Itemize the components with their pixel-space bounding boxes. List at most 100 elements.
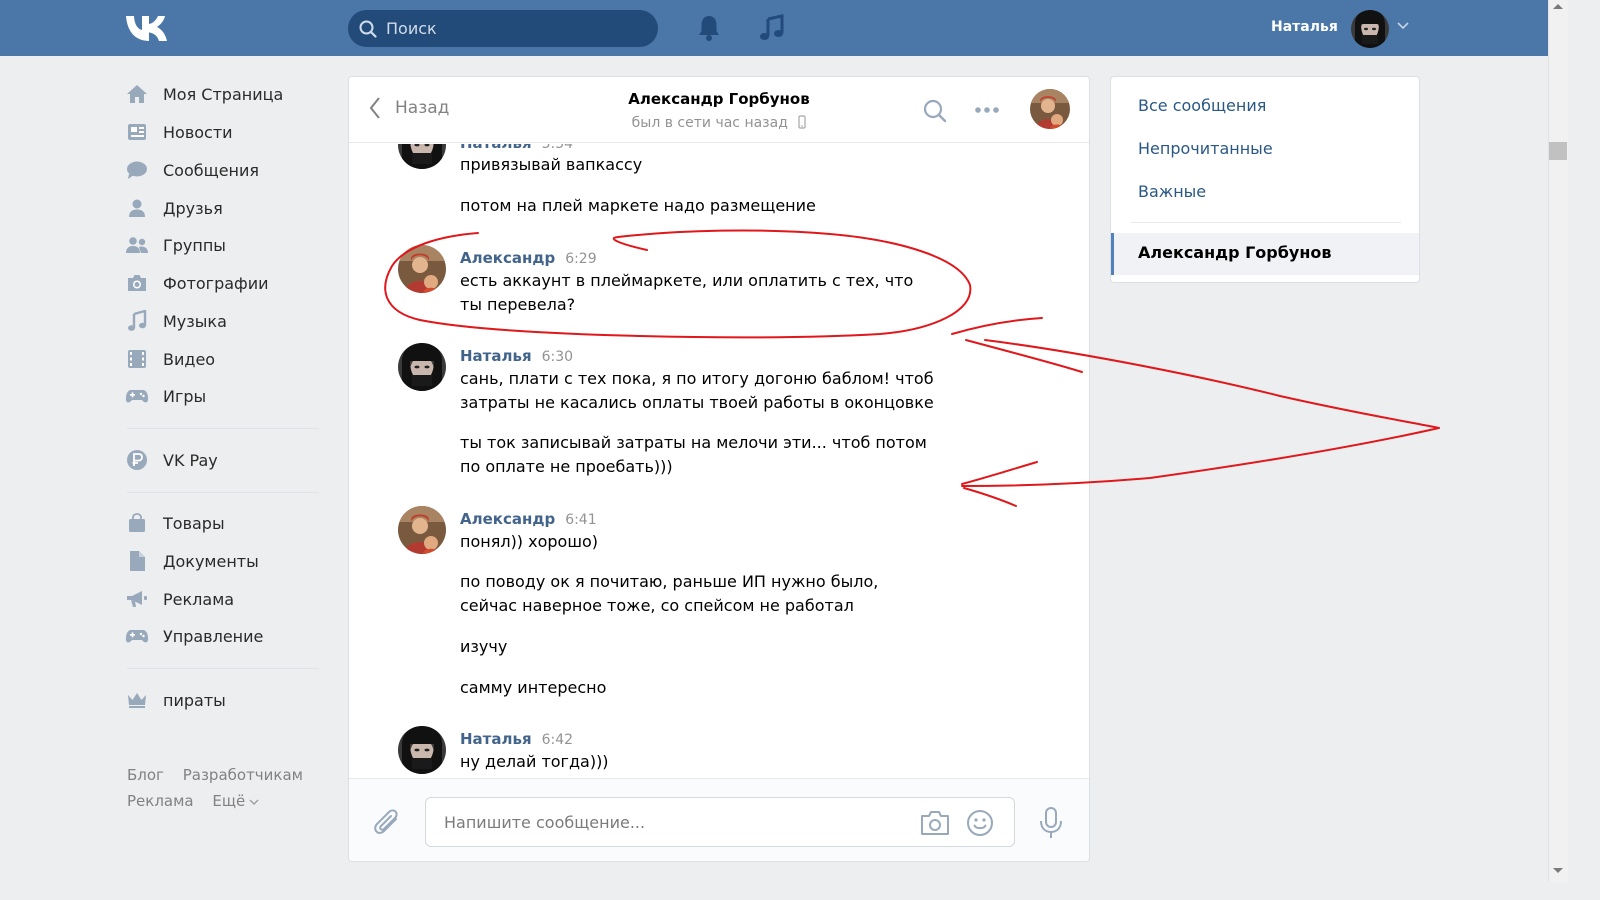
message-text: потом на плей маркете надо размещение (460, 196, 816, 215)
nav-label: Игры (163, 386, 207, 406)
nav-item-games[interactable]: Игры (121, 378, 321, 414)
nav-label: Управление (163, 626, 264, 646)
microphone-icon[interactable] (1039, 807, 1063, 839)
message-author[interactable]: Наталья 6:42 (460, 730, 573, 748)
megaphone-icon (125, 587, 149, 611)
nav-label: Реклама (163, 589, 235, 609)
message-author-name: Наталья (460, 347, 532, 365)
filter-separator (1131, 222, 1401, 223)
message-text: ты ток записывай затраты на мелочи эти..… (460, 433, 927, 476)
nav-label: Новости (163, 122, 233, 142)
user-avatar[interactable] (1351, 10, 1389, 48)
message-avatar-natalia[interactable] (398, 343, 446, 391)
nav-item-my-page[interactable]: Моя Страница (121, 76, 321, 112)
music-icon (125, 309, 149, 333)
nav-item-news[interactable]: Новости (121, 114, 321, 150)
scroll-up-arrow-icon[interactable] (1553, 4, 1563, 9)
nav-item-pirates[interactable]: пираты (121, 682, 321, 718)
search-icon[interactable] (923, 99, 947, 123)
filter-unread[interactable]: Непрочитанные (1138, 139, 1273, 158)
nav-separator (127, 668, 319, 669)
message-avatar-natalia[interactable] (398, 144, 446, 169)
footer-developers-link[interactable]: Разработчикам (183, 766, 303, 784)
footer-links-row-1: Блог Разработчикам (127, 766, 317, 784)
nav-label: пираты (163, 690, 226, 710)
message-text: самму интересно (460, 678, 607, 697)
paperclip-icon[interactable] (373, 807, 403, 839)
nav-label: Сообщения (163, 160, 260, 180)
nav-item-music[interactable]: Музыка (121, 303, 321, 339)
gamepad-icon (125, 624, 149, 648)
active-conversation-item[interactable]: Александр Горбунов (1111, 233, 1419, 275)
news-icon (125, 120, 149, 144)
message-text: по поводу ок я почитаю, раньше ИП нужно … (460, 572, 879, 615)
music-icon[interactable] (759, 14, 785, 42)
crown-icon (125, 688, 149, 712)
footer-more-label: Ещё (212, 792, 246, 810)
bell-icon[interactable] (697, 14, 721, 42)
more-options-icon[interactable] (974, 106, 1000, 114)
message-avatar-natalia[interactable] (398, 726, 446, 774)
search-icon (359, 20, 377, 38)
gamepad-icon (125, 384, 149, 408)
message-time[interactable]: 6:42 (542, 732, 573, 748)
message-composer (349, 778, 1089, 861)
nav-item-management[interactable]: Управление (121, 618, 321, 654)
message-time[interactable]: 6:41 (565, 512, 596, 528)
message-filters-panel: Все сообщения Непрочитанные Важные Алекс… (1110, 76, 1420, 283)
vk-logo-icon[interactable] (125, 14, 171, 42)
filter-important[interactable]: Важные (1138, 182, 1206, 201)
footer-ads-link[interactable]: Реклама (127, 792, 194, 810)
nav-item-documents[interactable]: Документы (121, 543, 321, 579)
nav-item-ads[interactable]: Реклама (121, 581, 321, 617)
message-author[interactable]: Наталья 5:54 (460, 144, 573, 152)
message-author[interactable]: Наталья 6:30 (460, 347, 573, 365)
nav-item-video[interactable]: Видео (121, 341, 321, 377)
nav-item-friends[interactable]: Друзья (121, 190, 321, 226)
page-scrollbar[interactable] (1548, 0, 1568, 882)
user-name[interactable]: Наталья (1271, 19, 1338, 35)
footer-more-link[interactable]: Ещё (212, 792, 259, 810)
nav-separator (127, 492, 319, 493)
message-author[interactable]: Александр 6:29 (460, 249, 597, 267)
home-icon (125, 82, 149, 106)
search-box[interactable] (348, 10, 658, 47)
camera-icon[interactable] (920, 810, 950, 836)
nav-item-messages[interactable]: Сообщения (121, 152, 321, 188)
scroll-down-arrow-icon[interactable] (1553, 868, 1563, 873)
message-author-name: Александр (460, 249, 556, 267)
message-time[interactable]: 6:30 (542, 349, 573, 365)
page-scrollbar-thumb[interactable] (1549, 142, 1567, 160)
nav-separator (127, 428, 319, 429)
message-text: сань, плати с тех пока, я по итогу догон… (460, 369, 934, 412)
camera-icon (125, 271, 149, 295)
message-author-name: Наталья (460, 144, 532, 152)
chevron-down-icon[interactable] (1397, 22, 1409, 30)
message-text: есть аккаунт в плеймаркете, или оплатить… (460, 271, 914, 314)
message-input-box[interactable] (425, 797, 1015, 847)
message-text: ну делай тогда))) (460, 752, 609, 771)
message-history[interactable]: Наталья 5:54 привязывай вапкассу потом на… (349, 144, 1089, 778)
message-author-name: Наталья (460, 730, 532, 748)
nav-label: Музыка (163, 311, 227, 331)
message-time[interactable]: 6:29 (565, 251, 596, 267)
active-conversation-label: Александр Горбунов (1138, 243, 1332, 262)
nav-item-groups[interactable]: Группы (121, 227, 321, 263)
peer-avatar[interactable] (1030, 89, 1070, 129)
nav-item-goods[interactable]: Товары (121, 505, 321, 541)
footer-blog-link[interactable]: Блог (127, 766, 164, 784)
message-text: привязывай вапкассу (460, 155, 643, 174)
message-avatar-alexander[interactable] (398, 506, 446, 554)
message-text: понял)) хорошо) (460, 532, 599, 551)
nav-item-photos[interactable]: Фотографии (121, 265, 321, 301)
message-avatar-alexander[interactable] (398, 245, 446, 293)
nav-item-vk-pay[interactable]: VK Pay (121, 442, 321, 478)
search-input[interactable] (386, 10, 646, 47)
emoji-smile-icon[interactable] (966, 809, 994, 837)
nav-label: Документы (163, 551, 259, 571)
bag-icon (125, 511, 149, 535)
message-author[interactable]: Александр 6:41 (460, 510, 597, 528)
message-input[interactable] (444, 798, 904, 846)
message-time[interactable]: 5:54 (542, 144, 573, 152)
filter-all-messages[interactable]: Все сообщения (1138, 96, 1266, 115)
